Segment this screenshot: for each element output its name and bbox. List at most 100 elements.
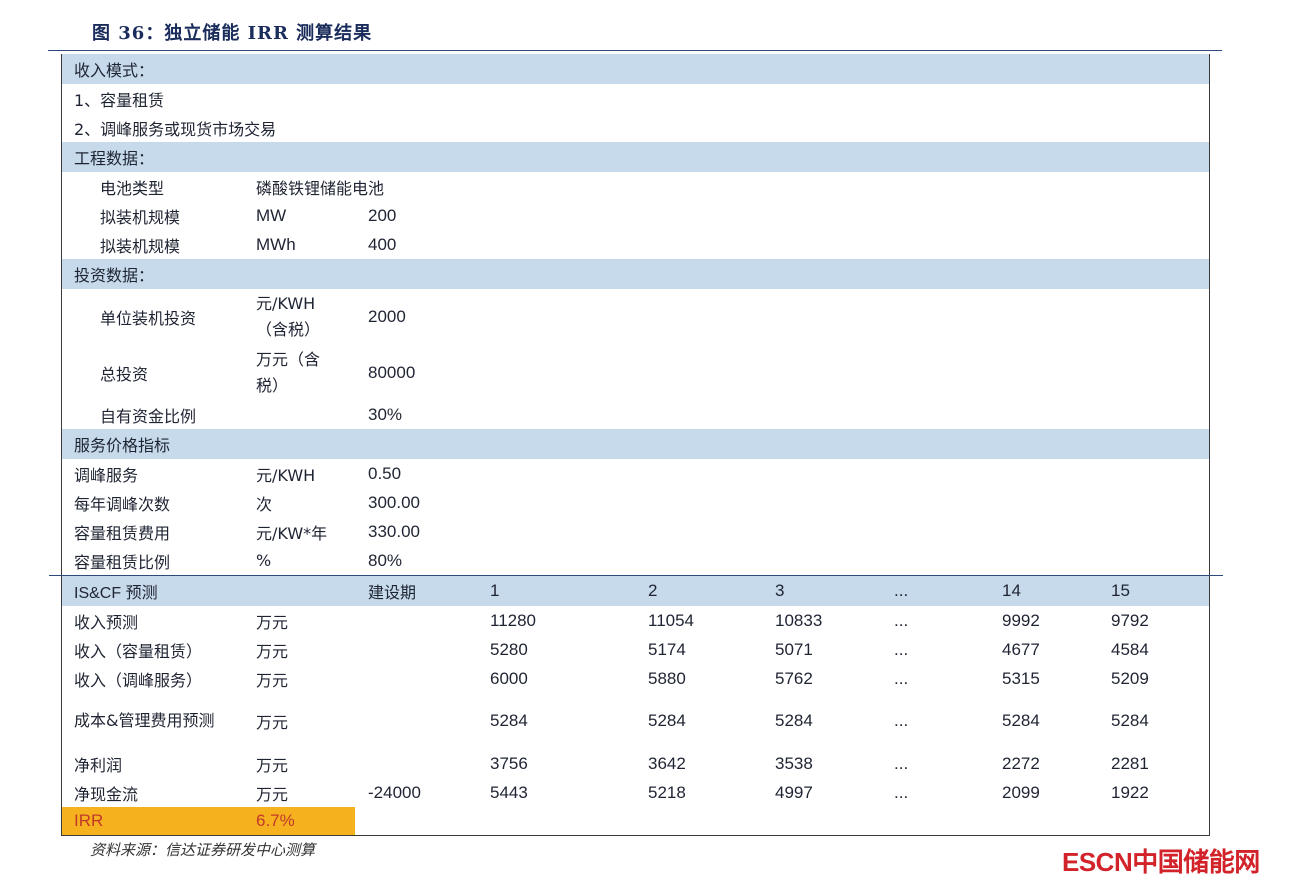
row-label: 成本&管理费用预测 [74,711,215,730]
section-investment: 投资数据： [62,259,1209,289]
row-label: 调峰服务 [74,465,139,485]
row-value: 0.50 [368,463,402,483]
row-value: 1922 [1111,782,1149,802]
row-value: 5280 [490,639,528,659]
row-unit: 万元（含税） [256,349,321,395]
row-ellipsis: ... [894,711,909,730]
table-row: 成本&管理费用预测 万元 5284 5284 5284 ... 5284 528… [62,693,1209,749]
row-value: 3538 [775,753,813,773]
row-unit: 元/KWH [256,465,316,485]
row-ellipsis: ... [894,782,909,802]
row-value: 9792 [1111,610,1149,630]
iscf-header-label: IS&CF 预测 [74,585,158,602]
row-label: 电池类型 [100,178,165,198]
row-value: 5284 [1002,711,1040,730]
row-unit: 万元 [256,670,289,690]
row-value: 11054 [648,610,695,630]
table-row: 净利润 万元 3756 3642 3538 ... 2272 2281 [62,749,1209,778]
irr-value: 6.7% [256,811,295,830]
section-engineering: 工程数据： [62,142,1209,172]
irr-label: IRR [74,811,104,830]
row-ellipsis: ... [894,753,909,773]
row-value: 4677 [1002,639,1040,659]
row-label: 容量租赁费用 [74,523,171,543]
row-value: 30% [368,404,403,424]
table-row: 收入（容量租赁） 万元 5280 5174 5071 ... 4677 4584 [62,635,1209,664]
iscf-header-year: 1 [490,581,500,600]
section-label: 投资数据： [74,266,155,285]
row-value: 2000 [368,307,406,326]
row-value: 80000 [368,362,416,382]
row-unit: % [256,551,272,570]
figure-title: 图 36：独立储能 IRR 测算结果 [92,23,373,44]
iscf-header-construction: 建设期 [368,583,417,602]
row-value: 3756 [490,753,528,773]
row-unit: 元/KW*年 [256,523,328,543]
row-value: 300.00 [368,492,420,512]
top-rule [48,50,1222,51]
income-mode-item: 2、调峰服务或现货市场交易 [74,119,277,139]
row-label: 每年调峰次数 [74,494,171,514]
iscf-header-ellipsis: ... [894,581,909,600]
row-value-construction: -24000 [368,782,421,802]
section-label: 工程数据： [74,149,155,168]
row-unit: 磷酸铁锂储能电池 [256,178,385,198]
row-value: 80% [368,550,403,570]
income-mode-row: 2、调峰服务或现货市场交易 [62,113,1209,142]
income-mode-item: 1、容量租赁 [74,90,165,110]
irr-row: IRR 6.7% [62,807,355,835]
row-unit: 元/KWH（含税） [256,294,321,339]
table-row: 调峰服务 元/KWH 0.50 [62,459,1209,488]
row-value: 5284 [1111,711,1149,730]
table-row: 单位装机投资 元/KWH（含税） 2000 [62,289,1209,345]
row-label: 总投资 [100,364,149,384]
iscf-header-year: 14 [1002,581,1021,600]
table-row: 拟装机规模 MW 200 [62,201,1209,230]
row-value: 5209 [1111,668,1149,688]
row-ellipsis: ... [894,610,909,630]
row-unit: 万元 [256,713,289,732]
row-label: 拟装机规模 [100,207,181,227]
row-value: 6000 [490,668,528,688]
source-note: 资料来源：信达证券研发中心测算 [90,841,316,859]
row-value: 5071 [775,639,813,659]
income-mode-row: 1、容量租赁 [62,84,1209,113]
iscf-header-year: 2 [648,581,658,600]
table-row: 拟装机规模 MWh 400 [62,230,1209,259]
row-value: 330.00 [368,521,420,541]
row-value: 3642 [648,753,686,773]
iscf-header-year: 3 [775,581,785,600]
row-unit: MW [256,205,287,225]
row-value: 5315 [1002,668,1040,688]
section-income-mode: 收入模式： [62,54,1209,84]
row-label: 收入（调峰服务） [74,670,203,690]
row-unit: MWh [256,234,296,254]
row-unit: 次 [256,494,273,514]
row-value: 5880 [648,668,686,688]
row-value: 2272 [1002,753,1040,773]
table-row: 自有资金比例 30% [62,400,1209,429]
row-value: 10833 [775,610,823,630]
row-value: 2099 [1002,782,1040,802]
row-ellipsis: ... [894,639,909,659]
section-label: 服务价格指标 [74,436,171,455]
table-row: 容量租赁费用 元/KW*年 330.00 [62,517,1209,546]
row-value: 5174 [648,639,686,659]
row-label: 单位装机投资 [100,309,197,328]
table-row: 总投资 万元（含税） 80000 [62,345,1209,400]
escn-watermark: ESCN中国储能网 [1062,847,1260,877]
row-ellipsis: ... [894,668,909,688]
row-unit: 万元 [256,784,289,804]
row-value: 11280 [490,610,537,630]
row-unit: 万元 [256,641,289,661]
row-value: 2281 [1111,753,1149,773]
row-value: 5284 [775,711,813,730]
row-label: 拟装机规模 [100,236,181,256]
row-value: 4584 [1111,639,1149,659]
row-label: 净现金流 [74,784,139,804]
table-row: 净现金流 万元 -24000 5443 5218 4997 ... 2099 1… [62,778,1209,807]
row-value: 5762 [775,668,813,688]
row-value: 5284 [490,711,528,730]
row-value: 400 [368,234,397,254]
row-label: 收入预测 [74,612,139,632]
